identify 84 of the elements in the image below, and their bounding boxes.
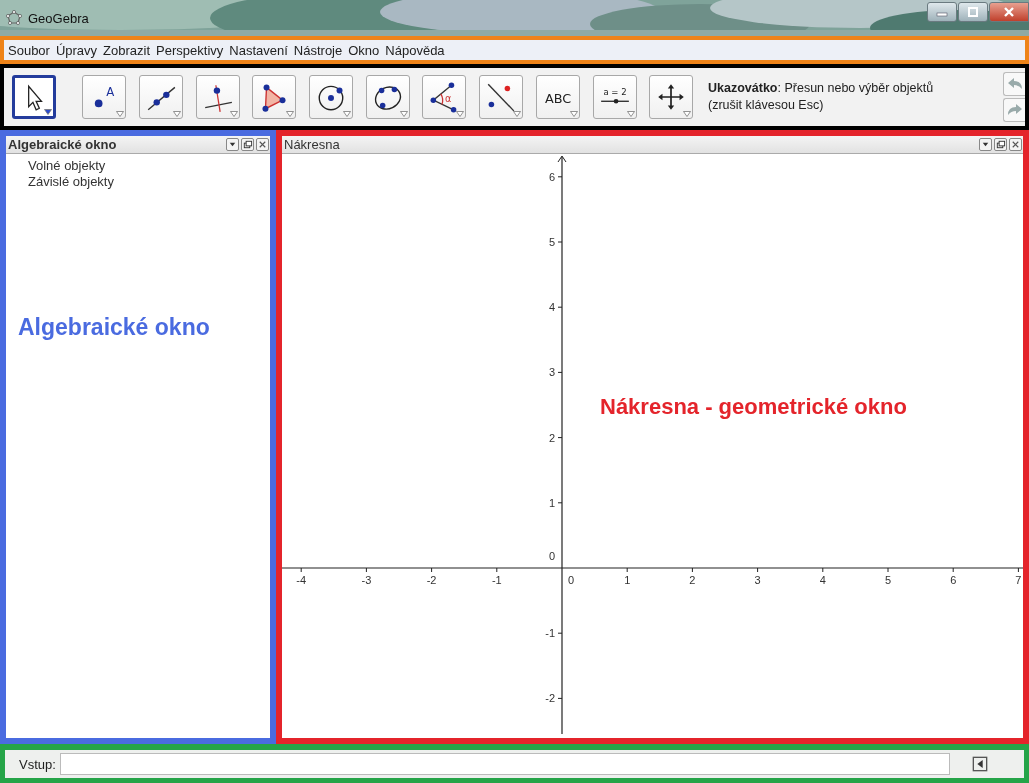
tick-label: 7 xyxy=(1015,574,1022,586)
panel-title: Nákresna xyxy=(284,137,340,152)
tick-label: -1 xyxy=(545,627,555,640)
perpendicular-lines-tool-button[interactable] xyxy=(196,75,240,119)
close-icon xyxy=(1010,139,1021,150)
tick-label: -4 xyxy=(296,574,307,586)
annotation-label: Algebraické okno xyxy=(18,314,210,341)
pentagon-icon xyxy=(6,10,22,26)
maximize-icon xyxy=(966,7,980,17)
tree-item[interactable]: Závislé objekty xyxy=(28,174,270,190)
tick-label: 4 xyxy=(819,574,826,586)
circle-tool-button[interactable] xyxy=(309,75,353,119)
tick-label: -3 xyxy=(361,574,372,586)
caret-icon xyxy=(230,111,238,117)
menu-item[interactable]: Okno xyxy=(348,42,380,58)
symbol-button[interactable] xyxy=(972,756,988,772)
input-field[interactable] xyxy=(59,753,950,775)
menu-item[interactable]: Perspektivy xyxy=(156,42,224,58)
angle-tool-button[interactable]: α xyxy=(422,75,466,119)
view-menu-button[interactable] xyxy=(979,138,992,151)
caret-icon xyxy=(683,111,691,117)
slider-tool-button[interactable]: a = 2 xyxy=(593,75,637,119)
close-icon xyxy=(257,139,268,150)
minimize-button[interactable] xyxy=(927,2,957,22)
tick-label: 5 xyxy=(548,236,555,248)
point-tool-button[interactable]: A xyxy=(82,75,126,119)
panel-title: Algebraické okno xyxy=(8,137,117,152)
pointer-tool-button[interactable] xyxy=(12,75,56,119)
caret-icon xyxy=(44,109,52,115)
menu-item[interactable]: Zobrazit xyxy=(103,42,151,58)
tick-label: 5 xyxy=(884,574,892,586)
caret-icon xyxy=(456,111,464,117)
caret-icon xyxy=(343,111,351,117)
text-icon: ABC xyxy=(542,81,574,113)
window-icon xyxy=(242,139,253,150)
undo-icon xyxy=(1006,77,1023,91)
menu-item[interactable]: Úpravy xyxy=(55,42,98,58)
tick-label: 3 xyxy=(548,366,555,379)
tick-label: 6 xyxy=(548,170,555,183)
tick-label: -2 xyxy=(545,692,555,705)
menu-item[interactable]: Nápověda xyxy=(385,42,445,58)
caret-icon xyxy=(400,111,408,117)
close-view-button[interactable] xyxy=(256,138,269,151)
menu-item[interactable]: Nastavení xyxy=(229,42,288,58)
ellipse-tool-button[interactable] xyxy=(366,75,410,119)
tick-label: 0 xyxy=(568,574,575,586)
tool-help-text: Ukazovátko: Přesun nebo výběr objektů (zrušit klávesou Esc) xyxy=(708,80,935,114)
tick-label: 2 xyxy=(548,431,555,444)
window-icon xyxy=(995,139,1006,150)
window-title: GeoGebra xyxy=(28,10,89,26)
tick-label: 0 xyxy=(548,550,555,562)
undock-button[interactable] xyxy=(241,138,254,151)
caret-icon xyxy=(116,111,124,117)
tick-label: 1 xyxy=(548,496,555,509)
move-arrows-tool-button[interactable] xyxy=(649,75,693,119)
line-reflection-icon xyxy=(485,81,517,113)
tick-label: -1 xyxy=(491,574,502,586)
caret-icon xyxy=(286,111,294,117)
tick-label: 1 xyxy=(624,574,631,586)
caret-icon xyxy=(627,111,635,117)
menu-item[interactable]: Soubor xyxy=(8,42,50,58)
view-menu-button[interactable] xyxy=(226,138,239,151)
close-button[interactable] xyxy=(989,2,1029,22)
close-view-button[interactable] xyxy=(1009,138,1022,151)
tree-item[interactable]: Volné objekty xyxy=(28,158,270,174)
input-label: Vstup: xyxy=(19,756,56,772)
text-tool-button[interactable]: ABC xyxy=(536,75,580,119)
tick-label: -2 xyxy=(426,574,437,586)
undock-button[interactable] xyxy=(994,138,1007,151)
menu-item[interactable]: Nástroje xyxy=(293,42,343,58)
maximize-button[interactable] xyxy=(958,2,988,22)
line-tool-button[interactable] xyxy=(139,75,183,119)
annotation-label: Nákresna - geometrické okno xyxy=(600,394,907,420)
tick-label: 4 xyxy=(548,301,555,314)
tick-label: 3 xyxy=(754,574,761,586)
line-reflection-tool-button[interactable] xyxy=(479,75,523,119)
caret-icon xyxy=(513,111,521,117)
caret-icon xyxy=(570,111,578,117)
redo-icon xyxy=(1006,103,1023,117)
triangle-tool-button[interactable] xyxy=(252,75,296,119)
tick-label: 2 xyxy=(689,574,696,586)
caret-icon xyxy=(173,111,181,117)
close-icon xyxy=(1002,7,1016,17)
tick-label: 6 xyxy=(950,574,957,586)
